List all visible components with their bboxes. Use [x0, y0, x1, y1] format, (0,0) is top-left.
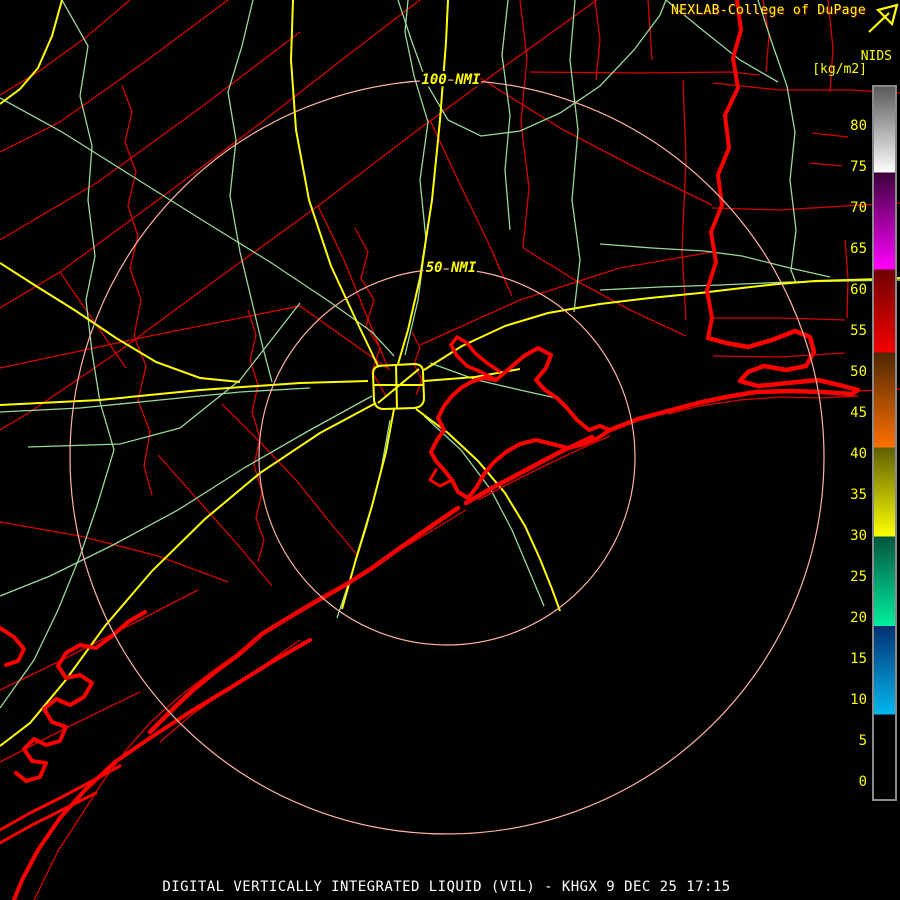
range-ring-100nmi — [69, 79, 825, 835]
north-arrow-icon — [868, 3, 899, 33]
tick-label: 75 — [850, 159, 867, 175]
tick-label: 30 — [850, 528, 867, 544]
tick-label: 5 — [858, 733, 867, 749]
tick-label: 60 — [850, 282, 867, 298]
tick-label: 20 — [850, 610, 867, 626]
tick-label: 15 — [850, 651, 867, 667]
range-ring-50nmi — [258, 268, 636, 646]
tick-label: 25 — [850, 569, 867, 585]
county-boundary-lines — [0, 0, 900, 763]
tick-label: 45 — [850, 405, 867, 421]
tick-label: 55 — [850, 323, 867, 339]
tick-label: 65 — [850, 241, 867, 257]
tick-label: 40 — [850, 446, 867, 462]
scale-units-label: [kg/m2] — [812, 62, 867, 77]
tick-label: 50 — [850, 364, 867, 380]
tick-label: 80 — [850, 118, 867, 134]
tick-label: 0 — [858, 774, 867, 790]
brand-title: NEXLAB-College of DuPage — [670, 3, 866, 18]
range-ring-label-100: 100 NMI — [421, 72, 481, 88]
coastline — [0, 0, 861, 900]
tick-label: 35 — [850, 487, 867, 503]
range-ring-label-50: 50 NMI — [426, 260, 477, 276]
tick-label: 70 — [850, 200, 867, 216]
tick-label: 10 — [850, 692, 867, 708]
color-scale-bar — [872, 85, 897, 801]
interstate-lines — [0, 0, 900, 747]
radar-display: 100 NMI 50 NMI NEXLAB-College of DuPage … — [0, 0, 900, 900]
color-scale-gradient — [874, 87, 895, 799]
radar-map: 100 NMI 50 NMI — [0, 0, 900, 900]
product-caption: DIGITAL VERTICALLY INTEGRATED LIQUID (VI… — [162, 879, 731, 895]
range-rings: 100 NMI 50 NMI — [69, 70, 825, 835]
